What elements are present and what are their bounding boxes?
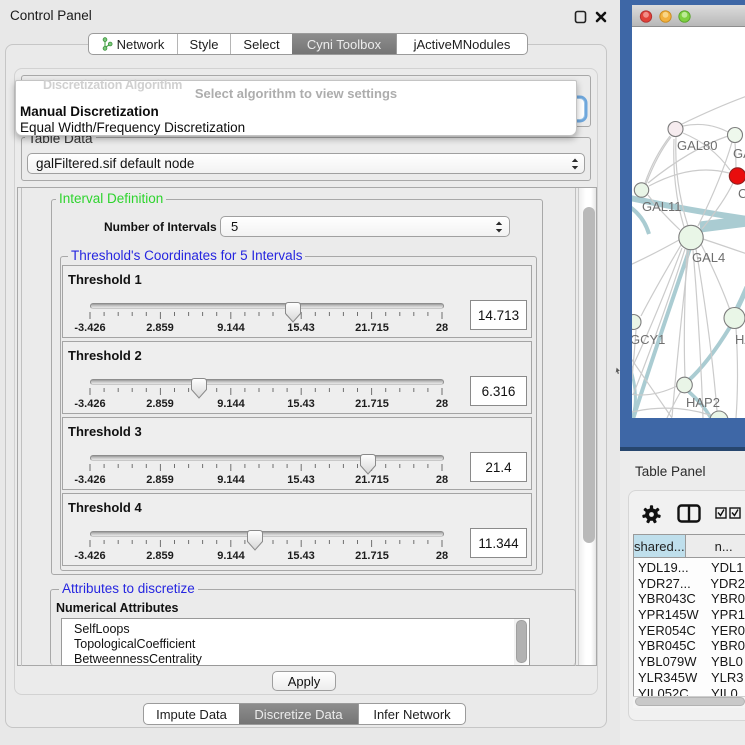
svg-text:GAL11: GAL11 [642, 199, 682, 214]
svg-text:GAL80: GAL80 [677, 138, 717, 153]
svg-text:GA: GA [733, 146, 745, 161]
svg-text:GCY1: GCY1 [632, 332, 665, 347]
svg-text:CY: CY [738, 186, 745, 201]
svg-text:GAL4: GAL4 [692, 250, 725, 265]
svg-text:HAP2: HAP2 [686, 395, 720, 410]
svg-text:HA: HA [735, 332, 745, 347]
